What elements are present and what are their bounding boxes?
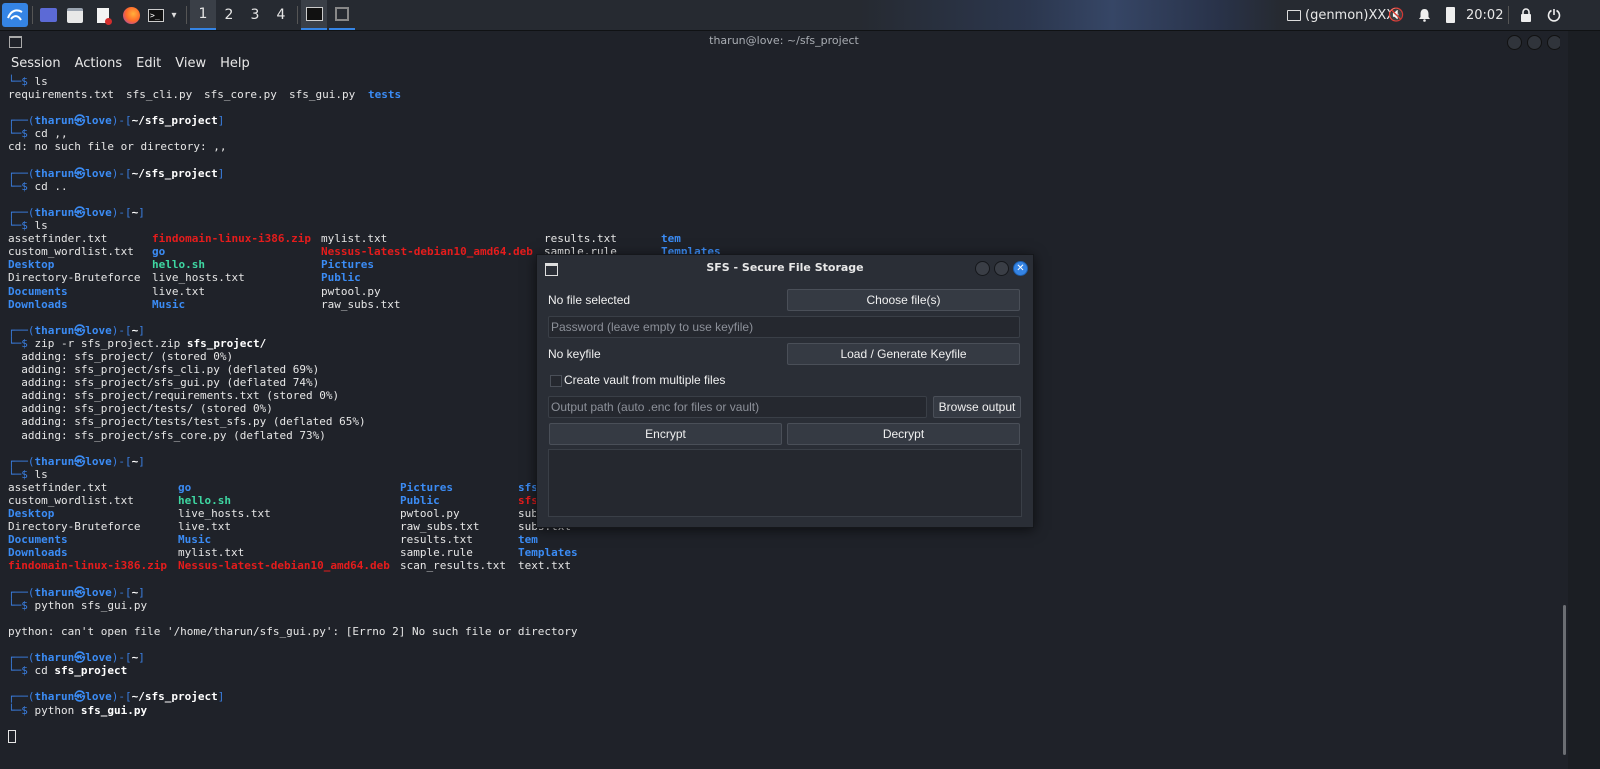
clock[interactable]: 20:02 bbox=[1466, 0, 1503, 30]
muted-speaker-icon[interactable]: 🔇 bbox=[1388, 0, 1404, 30]
menu-edit[interactable]: Edit bbox=[136, 56, 161, 71]
monitor-icon bbox=[1287, 9, 1301, 21]
text-cursor bbox=[8, 730, 16, 744]
menu-actions[interactable]: Actions bbox=[75, 56, 123, 71]
prompt-header: ┌──(tharun㉿love)-[~/sfs_project] bbox=[8, 166, 225, 180]
workspace-1[interactable]: 1 bbox=[190, 0, 216, 30]
prompt-line: └─$ cd ,, bbox=[8, 127, 68, 141]
terminal-launcher-icon[interactable]: >_ bbox=[146, 3, 166, 27]
sfs-dialog[interactable]: SFS - Secure File Storage ✕ No file sele… bbox=[536, 254, 1034, 528]
error-line: cd: no such file or directory: ,, bbox=[8, 140, 227, 154]
window-icon[interactable] bbox=[545, 263, 558, 276]
notification-bell-icon[interactable] bbox=[1418, 0, 1431, 30]
vault-checkbox-label[interactable]: Create vault from multiple files bbox=[564, 373, 725, 387]
workspace-4[interactable]: 4 bbox=[268, 0, 294, 30]
prompt-header: ┌──(tharun㉿love)-[~] bbox=[8, 585, 145, 599]
ls-output-line: Downloads mylist.txt sample.rule Templates bbox=[8, 546, 578, 560]
dialog-title: SFS - Secure File Storage bbox=[706, 261, 864, 274]
terminal-titlebar: tharun@love: ~/sfs_project bbox=[0, 31, 1568, 51]
dialog-minimize-button[interactable] bbox=[975, 261, 990, 276]
genmon-text: (genmon)XXX bbox=[1305, 7, 1396, 23]
log-output-area[interactable] bbox=[548, 449, 1022, 517]
prompt-line: └─$ python sfs_gui.py bbox=[8, 598, 148, 612]
vault-checkbox[interactable] bbox=[550, 375, 562, 387]
panel-wallpaper-strip bbox=[860, 0, 1280, 30]
ls-output-line: findomain-linux-i386.zip Nessus-latest-de… bbox=[8, 559, 571, 573]
top-panel: >_ ▾ 1 2 3 4 (genmon)XXX 🔇 20:02 bbox=[0, 0, 1600, 31]
workspace-2[interactable]: 2 bbox=[216, 0, 242, 30]
prompt-header: ┌──(tharun㉿love)-[~/sfs_project] bbox=[8, 690, 225, 704]
scrollbar-thumb[interactable] bbox=[1563, 605, 1566, 755]
dialog-maximize-button[interactable] bbox=[994, 261, 1009, 276]
chevron-down-icon[interactable]: ▾ bbox=[166, 3, 182, 27]
maximize-button[interactable] bbox=[1527, 35, 1542, 50]
terminal-menubar: Session Actions Edit View Help bbox=[0, 51, 1568, 75]
dialog-close-button[interactable]: ✕ bbox=[1013, 261, 1028, 276]
prompt-header: ┌──(tharun㉿love)-[~/sfs_project] bbox=[8, 114, 225, 128]
menu-session[interactable]: Session bbox=[11, 56, 61, 71]
firefox-icon[interactable] bbox=[120, 3, 142, 27]
prompt-header: ┌──(tharun㉿love)-[~] bbox=[8, 205, 145, 219]
prompt-line: └─$ ls bbox=[8, 219, 48, 233]
error-line: python: can't open file '/home/tharun/sf… bbox=[8, 624, 578, 638]
lock-icon[interactable] bbox=[1520, 0, 1532, 30]
minimize-button[interactable] bbox=[1507, 35, 1522, 50]
ls-output-line: Documents Music results.txt tem bbox=[8, 533, 538, 547]
menu-view[interactable]: View bbox=[175, 56, 206, 71]
logout-icon[interactable] bbox=[1547, 0, 1561, 30]
prompt-line: └─$ ls bbox=[8, 75, 48, 88]
text-editor-icon[interactable] bbox=[92, 3, 114, 27]
prompt-header: ┌──(tharun㉿love)-[~] bbox=[8, 651, 145, 665]
terminal-scrollbar[interactable] bbox=[1560, 31, 1568, 769]
password-input[interactable] bbox=[548, 316, 1020, 338]
taskbar-terminal-window[interactable] bbox=[301, 0, 327, 30]
output-path-input[interactable] bbox=[548, 396, 927, 418]
show-desktop-icon[interactable] bbox=[37, 3, 59, 27]
dialog-titlebar[interactable]: SFS - Secure File Storage bbox=[537, 255, 1033, 281]
cursor-line[interactable] bbox=[8, 730, 1558, 744]
tray-genmon[interactable]: (genmon)XXX bbox=[1287, 0, 1395, 30]
kali-menu-icon[interactable] bbox=[2, 3, 28, 27]
battery-icon[interactable] bbox=[1446, 0, 1455, 30]
encrypt-button[interactable]: Encrypt bbox=[549, 423, 782, 445]
browse-output-button[interactable]: Browse output bbox=[933, 396, 1021, 418]
ls-output-line: assetfinder.txt findomain-linux-i386.zip m… bbox=[8, 232, 681, 246]
prompt-line: └─$ cd sfs_project bbox=[8, 664, 128, 678]
terminal-title: tharun@love: ~/sfs_project bbox=[709, 34, 859, 47]
prompt-line: └─$ python sfs_gui.py bbox=[8, 703, 148, 717]
load-generate-keyfile-button[interactable]: Load / Generate Keyfile bbox=[787, 343, 1020, 365]
workspace-3[interactable]: 3 bbox=[242, 0, 268, 30]
prompt-line: └─$ cd .. bbox=[8, 179, 68, 193]
menu-help[interactable]: Help bbox=[220, 56, 250, 71]
terminal-window-icon[interactable] bbox=[9, 36, 22, 48]
file-status-label: No file selected bbox=[548, 293, 631, 307]
file-manager-icon[interactable] bbox=[64, 3, 86, 27]
close-icon: ✕ bbox=[1016, 262, 1025, 274]
ls-output-line: requirements.txt sfs_cli.py sfs_core.py sfs… bbox=[8, 88, 402, 102]
choose-files-button[interactable]: Choose file(s) bbox=[787, 289, 1020, 311]
decrypt-button[interactable]: Decrypt bbox=[787, 423, 1020, 445]
taskbar-sfs-window[interactable] bbox=[329, 0, 355, 30]
keyfile-status-label: No keyfile bbox=[548, 347, 601, 361]
